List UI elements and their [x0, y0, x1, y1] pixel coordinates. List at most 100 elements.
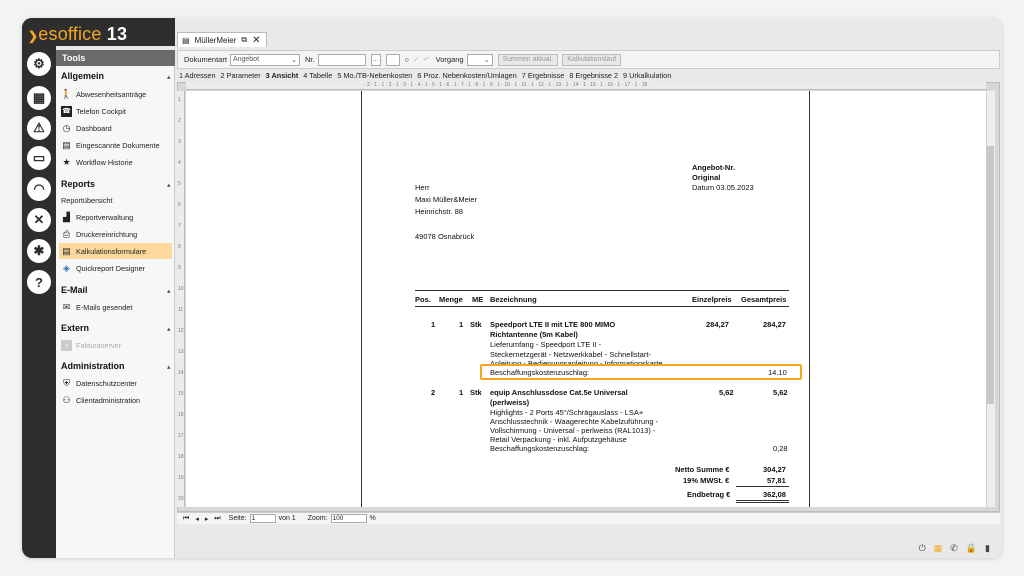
sidebar-item-workflow[interactable]: ★ Workflow Historie [59, 154, 172, 170]
pos-me: Stk [470, 320, 482, 329]
shield-icon: ⛨ [63, 377, 70, 388]
calendar-icon[interactable]: ▦ [27, 86, 51, 110]
nr-suffix-input[interactable] [385, 53, 400, 66]
last-page-icon[interactable]: ⏭ [214, 515, 220, 523]
form-icon: ▤ [62, 245, 71, 256]
section-extern[interactable]: Extern [61, 323, 89, 333]
tab-proz-nebenkosten[interactable]: 6 Proz. Nebenkosten/Umlagen [417, 71, 516, 80]
pos-desc: Highlights - 2 Ports 45°/Schrägauslass -… [490, 408, 644, 417]
chevron-down-icon: ⌄ [291, 56, 297, 64]
surcharge-label: Beschaffungskostenzuschlag: [490, 444, 590, 453]
printer-icon: ⎙ [62, 228, 71, 239]
ruler-tick: 13 [178, 349, 184, 355]
collapse-icon[interactable]: ▴ [167, 363, 171, 371]
tab-adressen[interactable]: 1 Adressen [179, 71, 216, 80]
alarm-icon[interactable]: ⚠ [27, 116, 51, 140]
sidebar-item-label: Telefon Cockpit [76, 106, 126, 116]
star-icon: ★ [62, 156, 71, 167]
pos-desc: Steckernetzgerät - Netzwerkkabel - Schne… [490, 350, 651, 359]
sidebar-item-datenschutz[interactable]: ⛨ Datenschutzcenter [59, 375, 172, 391]
section-reports[interactable]: Reports [61, 179, 95, 189]
sidebar-item-druckereinrichtung[interactable]: ⎙ Druckereinrichtung [59, 226, 172, 242]
collapse-icon[interactable]: ▴ [167, 73, 171, 81]
pos-title: equip Anschlussdose Cat.5e Universal [490, 388, 628, 397]
endbetrag-label: Endbetrag € [687, 490, 731, 499]
gear-icon[interactable]: ⚙ [27, 52, 51, 76]
table-top-rule [415, 290, 789, 291]
close-icon[interactable]: ✕ [252, 35, 260, 46]
cash-icon[interactable]: ▭ [27, 146, 51, 170]
ruler-tick: 10 [178, 286, 184, 292]
page-input[interactable]: 1 [249, 514, 276, 523]
pos-desc: Anschlusstechnik - Waagerechte Kabelzufü… [490, 417, 659, 426]
popout-icon[interactable]: ⧉ [241, 35, 247, 45]
dokumentart-select[interactable]: Angebot ⌄ [229, 53, 300, 66]
next-page-icon[interactable]: ▸ [205, 515, 209, 523]
toolbar: Dokumentart Angebot ⌄ Nr. … ○ ✓ ↶ Vorgang… [177, 50, 1000, 69]
kalkulationslauf-button[interactable]: Kalkulationslauf [562, 53, 622, 66]
system-tray: ⏻ ▦ ✆ 🔒 ▮ [919, 543, 990, 554]
file-icon[interactable]: ▮ [985, 543, 990, 554]
vorgang-select[interactable]: ⌄ [466, 53, 493, 66]
tab-document[interactable]: ▤ MüllerMeier ⧉ ✕ [177, 32, 267, 47]
sidebar-item-clientadmin[interactable]: ⚇ Clientadministration [59, 392, 172, 408]
undo-icon: ↶ [423, 55, 430, 64]
pos-me: Stk [470, 388, 482, 397]
tab-urkalkulation[interactable]: 9 Urkalkulation [623, 71, 671, 80]
col-pos: Pos. [415, 295, 431, 304]
lock-icon[interactable]: 🔒 [966, 543, 977, 554]
angebot-nr-label: Angebot-Nr. [692, 163, 735, 172]
ruler-tick: 8 [178, 244, 181, 250]
sidebar-item-reportverwaltung[interactable]: ▟ Reportverwaltung [59, 209, 172, 225]
sidebar-item-abwesenheit[interactable]: 🚶 Abwesenheitsanträge [59, 86, 172, 102]
view-tabs: 1 Adressen 2 Parameter 3 Ansicht 4 Tabel… [177, 69, 1000, 82]
sidebar-item-label: E-Mails gesendet [76, 302, 133, 312]
section-email[interactable]: E-Mail [61, 285, 88, 295]
tab-ergebnisse-2[interactable]: 8 Ergebnisse 2 [569, 71, 618, 80]
sidebar-item-label: Druckereinrichtung [76, 229, 138, 239]
sidebar-item-dashboard[interactable]: ◷ Dashboard [59, 120, 172, 136]
tab-tabelle[interactable]: 4 Tabelle [303, 71, 332, 80]
notes-icon[interactable]: ▦ [934, 543, 943, 554]
col-einzelpreis: Einzelpreis [692, 295, 732, 304]
sidebar-item-kalkulationsformulare[interactable]: ▤ Kalkulationsformulare [59, 243, 172, 259]
power-icon[interactable]: ⏻ [919, 543, 926, 554]
circle-icon[interactable]: ○ [405, 55, 410, 64]
tools-icon[interactable]: ✕ [27, 208, 51, 232]
address-name: Maxi Müller&Meier [415, 195, 478, 204]
tab-parameter[interactable]: 2 Parameter [221, 71, 261, 80]
collapse-icon[interactable]: ▴ [167, 325, 171, 333]
headset-icon[interactable]: ◠ [27, 177, 51, 201]
sidebar-item-emails-gesendet[interactable]: ✉ E-Mails gesendet [59, 299, 172, 315]
ruler-tick: 14 [178, 370, 184, 376]
sidebar-item-scans[interactable]: ▤ Eingescannte Dokumente [59, 137, 172, 153]
zoom-select[interactable]: 100 [330, 514, 367, 523]
section-allgemein[interactable]: Allgemein [61, 71, 104, 81]
dashboard-icon: ◷ [62, 122, 71, 133]
sidebar-item-quickreport[interactable]: ◈ Quickreport Designer [59, 260, 172, 276]
nr-input[interactable] [317, 53, 366, 66]
collapse-icon[interactable]: ▴ [167, 287, 171, 295]
nr-lookup-button[interactable]: … [370, 53, 381, 66]
sidebar-item-reportuebersicht[interactable]: Reportübersicht [59, 192, 172, 208]
first-page-icon[interactable]: ⏮ [183, 515, 189, 523]
col-gesamtpreis: Gesamtpreis [741, 295, 787, 304]
help-icon[interactable]: ? [27, 270, 51, 294]
sidebar-item-telefon[interactable]: ☎ Telefon Cockpit [59, 103, 172, 119]
cogs-icon[interactable]: ✱ [27, 239, 51, 263]
prev-page-icon[interactable]: ◂ [195, 515, 199, 523]
tab-nebenkosten[interactable]: 5 Mo./TB-Nebenkosten [337, 71, 412, 80]
ruler-tick: 12 [178, 328, 184, 334]
pos-title-cont: Richtantenne (5m Kabel) [490, 330, 578, 339]
collapse-icon[interactable]: ▴ [167, 181, 171, 189]
page-count: von 1 [278, 515, 296, 522]
tab-ergebnisse[interactable]: 7 Ergebnisse [522, 71, 565, 80]
tab-ansicht[interactable]: 3 Ansicht [266, 71, 299, 80]
scrollbar-thumb[interactable] [987, 146, 994, 404]
summen-aktual-button[interactable]: Summen aktual. [497, 53, 559, 66]
brand-logo: ❯esoffice 13 [28, 24, 127, 45]
brand-main: office [57, 24, 102, 44]
ruler-tick: 4 [178, 160, 181, 166]
section-administration[interactable]: Administration [61, 361, 125, 371]
phone-icon[interactable]: ✆ [950, 543, 958, 554]
